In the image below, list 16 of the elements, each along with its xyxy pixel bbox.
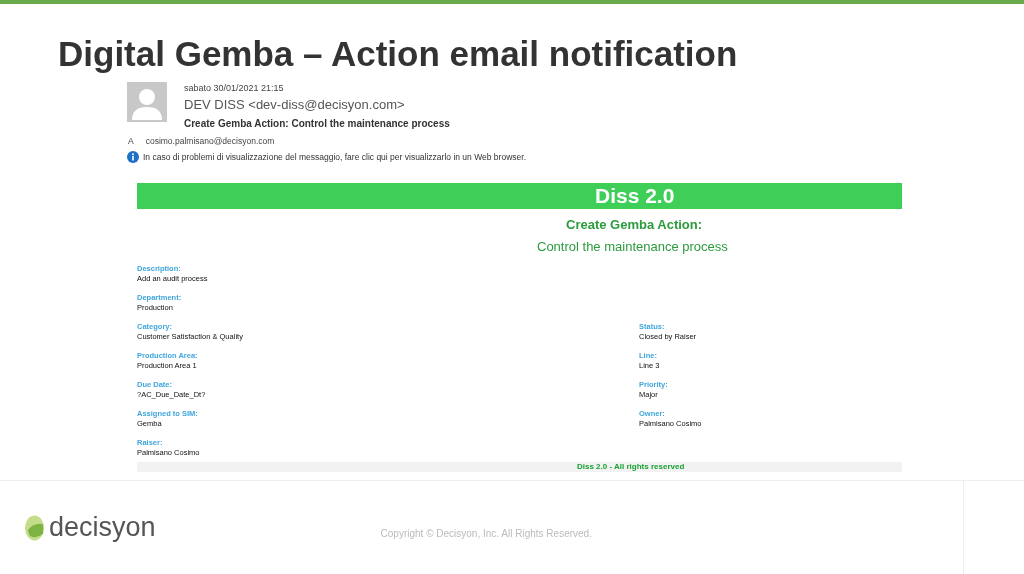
banner: Diss 2.0 xyxy=(137,183,902,209)
info-message: In caso di problemi di visualizzazione del messaggio, fare clic qui per visualizzarlo in un Web browser. xyxy=(143,152,526,162)
recipient-label: A xyxy=(128,136,134,146)
info-icon xyxy=(127,151,139,163)
recipient-address: cosimo.palmisano@decisyon.com xyxy=(145,136,275,146)
logo-icon xyxy=(24,513,45,542)
slide-title: Digital Gemba – Action email notification xyxy=(58,33,739,75)
email-sender: DEV DISS <dev-diss@decisyon.com> xyxy=(184,96,406,114)
action-heading: Create Gemba Action: xyxy=(565,217,704,232)
copyright: Copyright © Decisyon, Inc. All Rights Reserved. xyxy=(380,528,592,539)
action-subheading: Control the maintenance process xyxy=(536,239,729,254)
email-footer: Diss 2.0 - All rights reserved xyxy=(137,462,902,472)
logo-text: decisyon xyxy=(49,512,156,543)
email-date: sabato 30/01/2021 21:15 xyxy=(184,82,285,95)
email-subject: Create Gemba Action: Control the maintenance process xyxy=(184,117,450,131)
avatar-icon xyxy=(127,82,167,122)
